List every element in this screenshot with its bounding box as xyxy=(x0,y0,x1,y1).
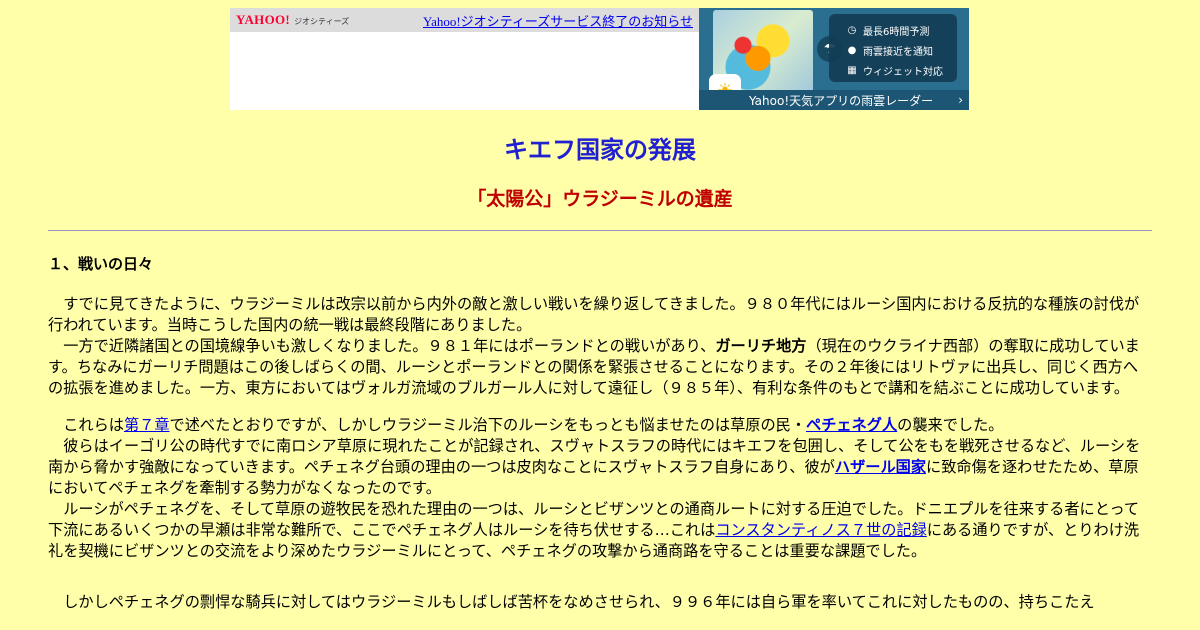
ad-cta-text: Yahoo!天気アプリの雨雲レーダー xyxy=(749,93,934,108)
constantine-vii-record-link[interactable]: コンスタンティノス７世の記録 xyxy=(715,521,926,539)
divider xyxy=(48,230,1152,231)
widget-icon: ▦ xyxy=(847,64,857,76)
ad-feature-forecast: ◷ 最長6時間予測 xyxy=(847,20,949,40)
yahoo-logo[interactable]: YAHOO! ジオシティーズ xyxy=(236,12,349,28)
pin-icon: ● xyxy=(847,44,857,56)
text-span: 一方で近隣諸国との国境線争いも激しくなりました。９８１年にはポーランドとの戦いが… xyxy=(63,337,716,355)
geocities-label: ジオシティーズ xyxy=(294,17,350,26)
weather-app-ad[interactable]: ☀ ☂ ◷ 最長6時間予測 ● 雨雲接近を通知 ▦ ウィジェット対応 Yahoo… xyxy=(699,8,969,110)
page-subtitle: 「太陽公」ウラジーミルの遺産 xyxy=(467,188,733,210)
text-span: で述べたとおりですが、しかしウラジーミル治下のルーシをもっとも悩ませたのは草原の… xyxy=(169,416,807,434)
ad-feature-label: 最長6時間予測 xyxy=(863,26,930,38)
page-title: キエフ国家の発展 xyxy=(504,136,696,164)
khazar-state-link[interactable]: ハザール国家 xyxy=(835,458,926,476)
paragraph-4: 彼らはイーゴリ公の時代すでに南ロシア草原に現れたことが記録され、スヴャトスラフの… xyxy=(48,436,1152,499)
chevron-right-icon: › xyxy=(958,93,963,107)
top-banner: YAHOO! ジオシティーズ Yahoo!ジオシティーズサービス終了のお知らせ … xyxy=(230,8,969,110)
yahoo-logo-text: YAHOO! xyxy=(236,12,291,27)
section-heading: １、戦いの日々 xyxy=(48,255,154,273)
place-name-galich: ガーリチ地方 xyxy=(715,337,807,355)
chapter-7-link[interactable]: 第７章 xyxy=(124,416,170,434)
paragraph-1: すでに見てきたように、ウラジーミルは改宗以前から内外の敵と激しい戦いを繰り返して… xyxy=(48,295,1140,334)
ad-feature-label: ウィジェット対応 xyxy=(863,66,943,78)
geocities-box: YAHOO! ジオシティーズ Yahoo!ジオシティーズサービス終了のお知らせ xyxy=(230,8,699,110)
ad-feature-panel: ◷ 最長6時間予測 ● 雨雲接近を通知 ▦ ウィジェット対応 xyxy=(829,14,957,82)
article-body: すでに見てきたように、ウラジーミルは改宗以前から内外の敵と激しい戦いを繰り返して… xyxy=(48,294,1152,613)
ad-cta-strip[interactable]: Yahoo!天気アプリの雨雲レーダー › xyxy=(699,90,969,110)
paragraph-5: ルーシがペチェネグを、そして草原の遊牧民を恐れた理由の一つは、ルーシとビザンツと… xyxy=(48,499,1152,562)
text-span: の襲来でした。 xyxy=(897,416,1004,434)
service-end-notice-link[interactable]: Yahoo!ジオシティーズサービス終了のお知らせ xyxy=(423,11,693,30)
ad-feature-widget: ▦ ウィジェット対応 xyxy=(847,60,949,80)
paragraph-6: しかしペチェネグの剽悍な騎兵に対してはウラジーミルもしばしば苦杯をなめさせられ、… xyxy=(63,593,1095,611)
paragraph-3: これらは第７章で述べたとおりですが、しかしウラジーミル治下のルーシをもっとも悩ま… xyxy=(48,415,1152,436)
pechenegs-link[interactable]: ペチェネグ人 xyxy=(806,416,897,434)
geocities-bar: YAHOO! ジオシティーズ Yahoo!ジオシティーズサービス終了のお知らせ xyxy=(230,8,699,32)
text-span: これらは xyxy=(63,416,124,434)
ad-feature-notify: ● 雨雲接近を通知 xyxy=(847,40,949,60)
ad-feature-label: 雨雲接近を通知 xyxy=(863,46,933,58)
clock-icon: ◷ xyxy=(847,24,857,36)
paragraph-2: 一方で近隣諸国との国境線争いも激しくなりました。９８１年にはポーランドとの戦いが… xyxy=(48,336,1152,399)
